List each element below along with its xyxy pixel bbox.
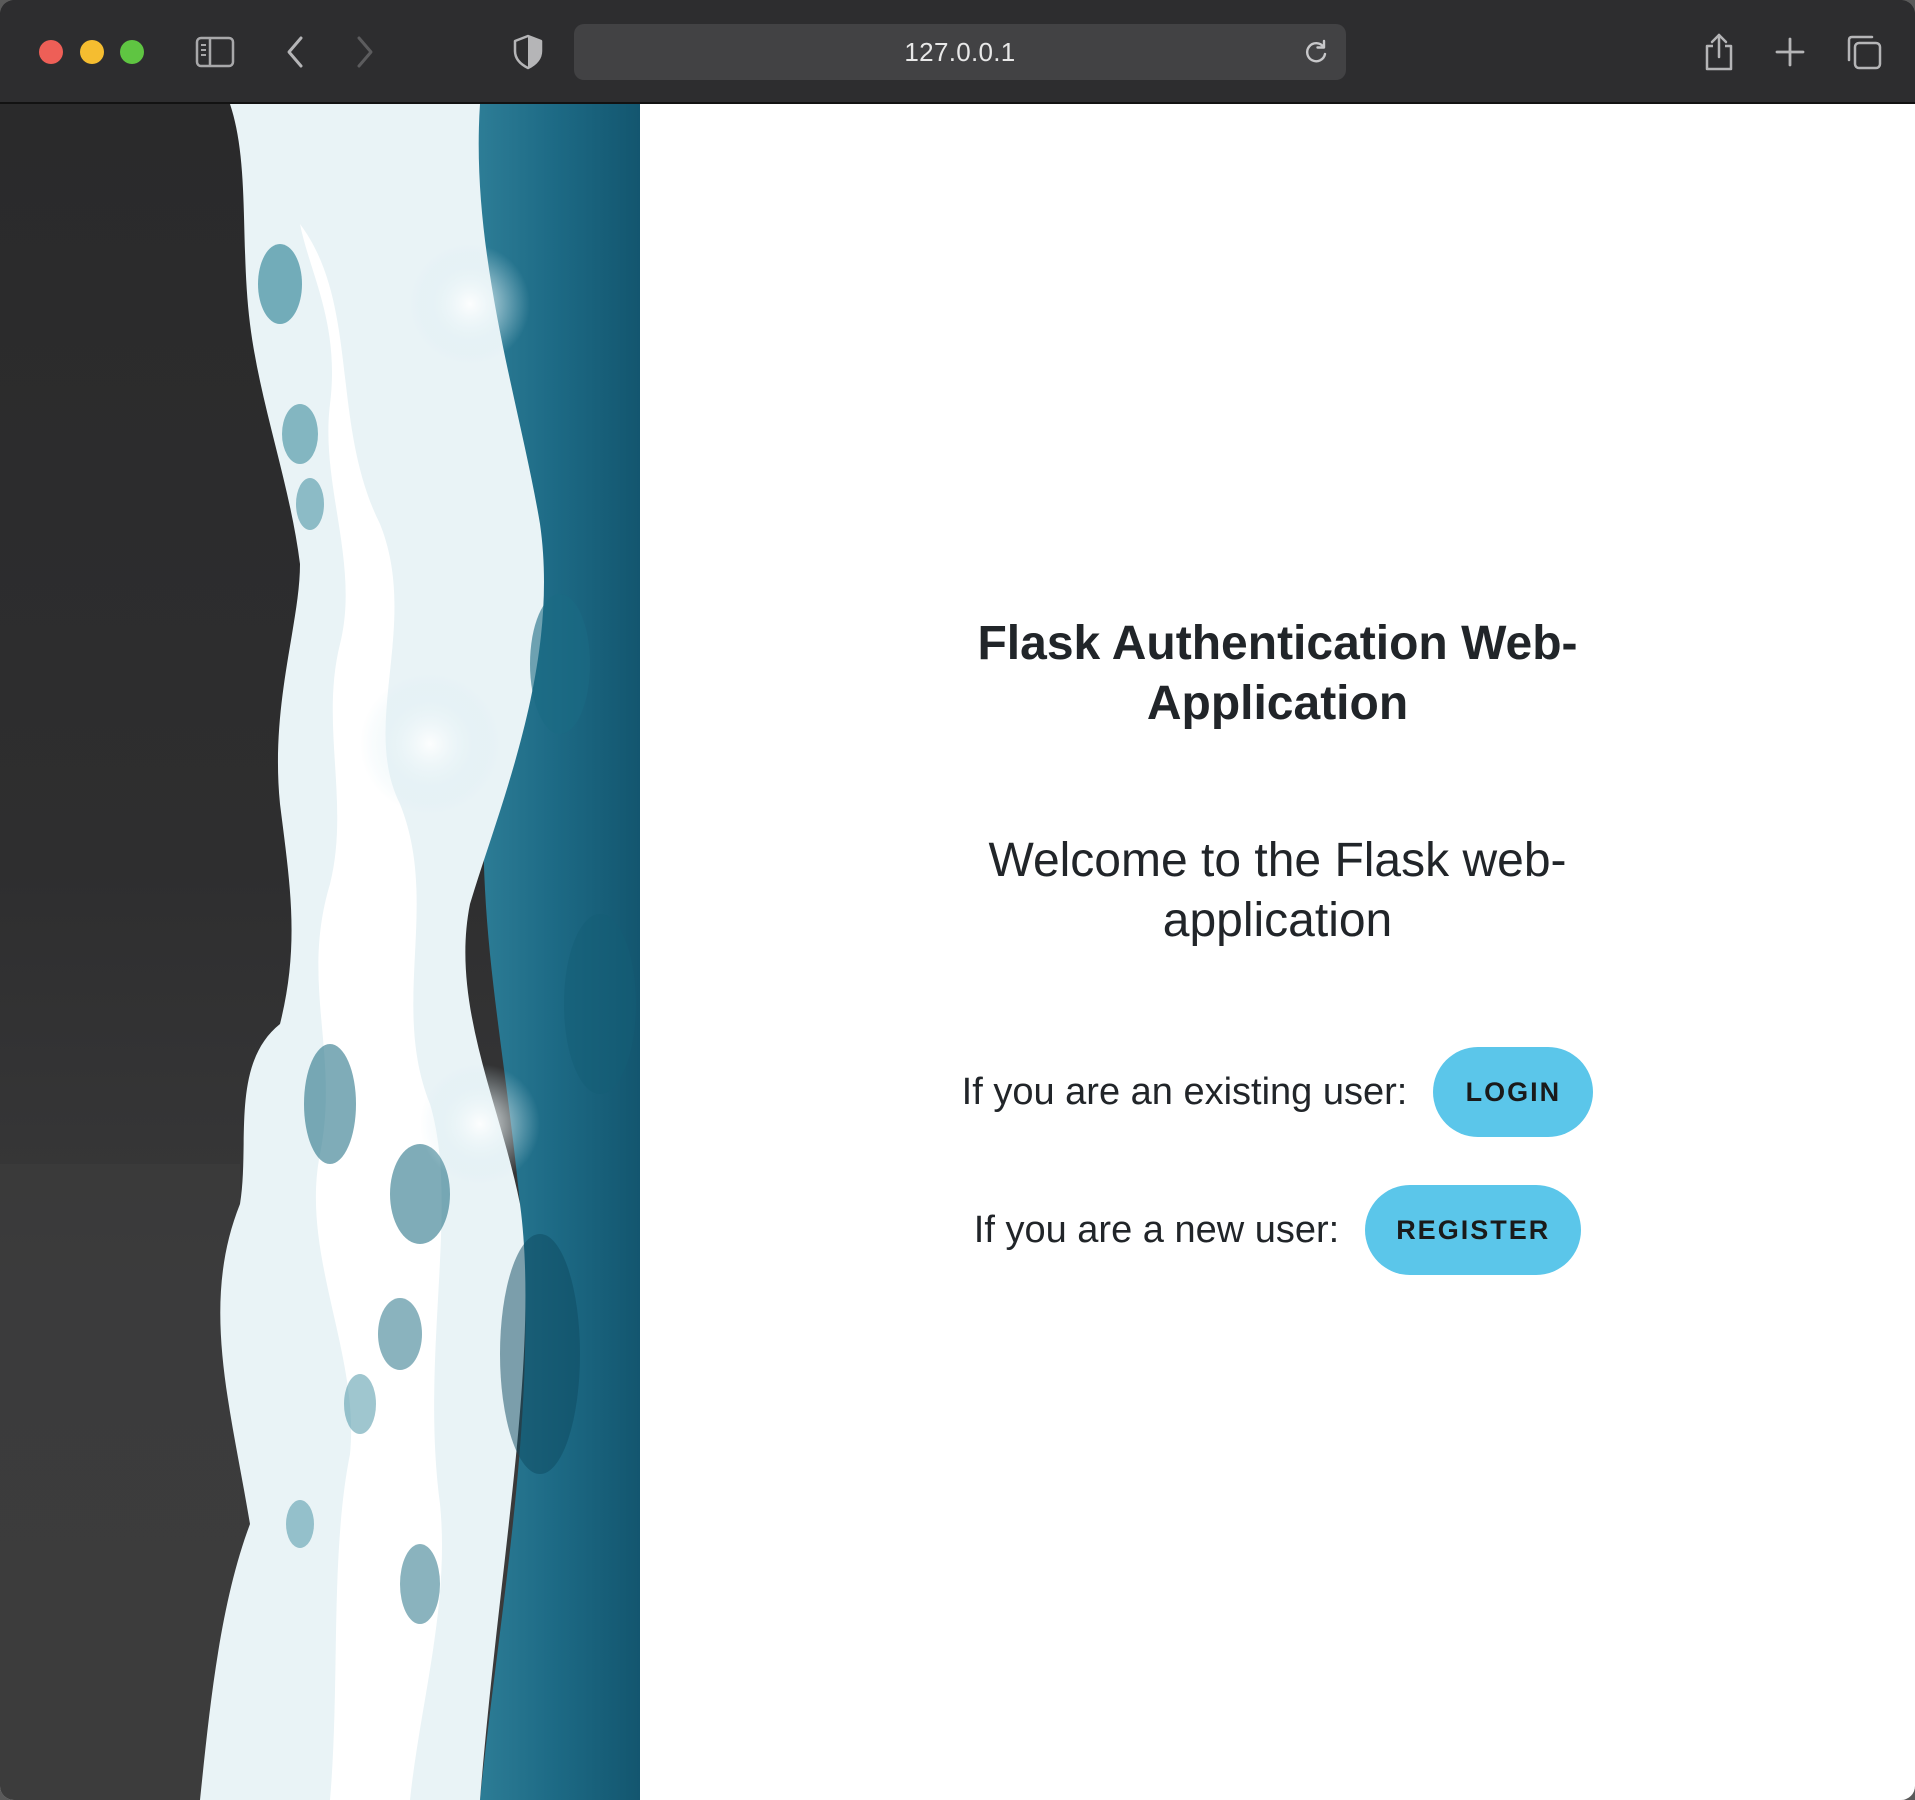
minimize-window-button[interactable] xyxy=(80,40,104,64)
main-content: Flask Authentication Web- Application We… xyxy=(640,104,1915,1800)
tab-overview-icon[interactable] xyxy=(1840,28,1888,76)
sidebar-icon[interactable] xyxy=(191,28,239,76)
login-button[interactable]: LOGIN xyxy=(1433,1047,1594,1137)
plus-icon[interactable] xyxy=(1766,28,1814,76)
welcome-line-2: application xyxy=(1162,894,1393,947)
register-button[interactable]: REGISTER xyxy=(1365,1185,1582,1275)
welcome-line-1: Welcome to the Flask web- xyxy=(988,834,1567,887)
share-icon[interactable] xyxy=(1695,28,1743,76)
register-prompt: If you are a new user: xyxy=(973,1208,1340,1251)
hero-image xyxy=(0,104,640,1800)
address-bar[interactable]: 127.0.0.1 xyxy=(574,24,1346,80)
register-row: If you are a new user: REGISTER xyxy=(640,1185,1915,1275)
chevron-left-icon[interactable] xyxy=(271,28,319,76)
chevron-right-icon[interactable] xyxy=(341,28,389,76)
page-content: Flask Authentication Web- Application We… xyxy=(0,104,1915,1800)
url-text: 127.0.0.1 xyxy=(904,36,1016,67)
reload-icon[interactable] xyxy=(1294,30,1338,74)
page-title-line-1: Flask Authentication Web- xyxy=(977,617,1578,670)
shield-icon[interactable] xyxy=(504,28,552,76)
login-row: If you are an existing user: LOGIN xyxy=(640,1047,1915,1137)
page-title: Flask Authentication Web- Application xyxy=(640,614,1915,734)
browser-window: 127.0.0.1 Flask Authentication Web- Appl… xyxy=(0,0,1915,1800)
page-title-line-2: Application xyxy=(1146,677,1409,730)
welcome-message: Welcome to the Flask web- application xyxy=(640,831,1915,951)
maximize-window-button[interactable] xyxy=(120,40,144,64)
close-window-button[interactable] xyxy=(39,40,63,64)
login-prompt: If you are an existing user: xyxy=(961,1070,1408,1113)
browser-toolbar: 127.0.0.1 xyxy=(0,0,1915,104)
